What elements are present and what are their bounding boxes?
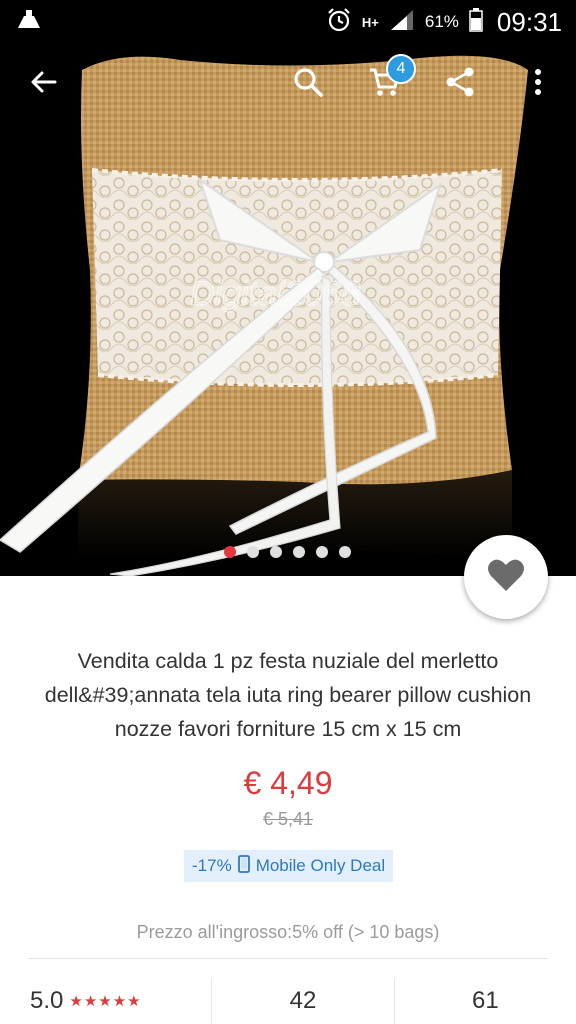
gallery-dot-6[interactable] — [339, 546, 351, 558]
discount-percent: -17% — [192, 856, 232, 875]
gallery-dot-3[interactable] — [270, 546, 282, 558]
clock: 09:31 — [496, 6, 562, 37]
back-button[interactable] — [16, 52, 72, 116]
gallery-dot-1[interactable] — [224, 546, 236, 558]
orders-stat[interactable]: 42 — [211, 978, 393, 1024]
rating-stars: ★★★★★ — [69, 993, 142, 1010]
rating-value: 5.0 — [30, 987, 64, 1014]
action-bar: 4 — [0, 52, 576, 116]
cart-count-badge: 4 — [386, 54, 416, 84]
divider — [28, 958, 548, 959]
product-stats: 5.0 ★★★★★ 42 61 — [0, 978, 576, 1024]
network-type-icon: H+ — [361, 14, 379, 30]
gallery-pagination — [224, 546, 351, 558]
product-title: Vendita calda 1 pz festa nuziale del mer… — [44, 649, 532, 741]
gallery-dot-4[interactable] — [293, 546, 305, 558]
status-bar: H+ 61% 09:31 — [0, 0, 576, 44]
cart-button[interactable]: 4 — [356, 52, 416, 116]
battery-icon — [469, 7, 483, 37]
watermark: Digital2068 — [190, 275, 360, 313]
arrow-back-icon — [29, 67, 59, 102]
wholesale-price-info[interactable]: Prezzo all'ingrosso:5% off (> 10 bags) — [0, 922, 576, 943]
share-icon — [444, 66, 476, 103]
battery-percent: 61% — [424, 12, 459, 31]
rating-stat[interactable]: 5.0 ★★★★★ — [0, 978, 211, 1024]
orders-count: 42 — [289, 987, 317, 1014]
product-detail-page: Digital2068 H+ 61% 09:31 4 Vendita calda… — [0, 0, 576, 1024]
search-icon — [292, 66, 324, 103]
mobile-deal-badge[interactable]: -17% Mobile Only Deal — [184, 850, 394, 882]
feedback-stat[interactable]: 61 — [393, 978, 576, 1024]
wishlist-button[interactable] — [464, 535, 548, 619]
deal-label: Mobile Only Deal — [255, 856, 386, 875]
share-button[interactable] — [432, 52, 488, 116]
mobile-phone-icon — [237, 854, 250, 878]
cleaner-app-icon — [14, 8, 44, 37]
original-price: € 5,41 — [0, 809, 576, 830]
gallery-dot-5[interactable] — [316, 546, 328, 558]
original-price-value: € 5,41 — [262, 809, 314, 829]
gallery-dot-2[interactable] — [247, 546, 259, 558]
heart-icon — [487, 558, 525, 597]
signal-icon — [389, 8, 415, 37]
search-button[interactable] — [280, 52, 336, 116]
feedback-count: 61 — [471, 987, 499, 1014]
more-vertical-icon — [533, 67, 543, 102]
alarm-icon — [326, 7, 352, 38]
product-price: € 4,49 — [243, 765, 333, 801]
overflow-menu-button[interactable] — [510, 52, 566, 116]
